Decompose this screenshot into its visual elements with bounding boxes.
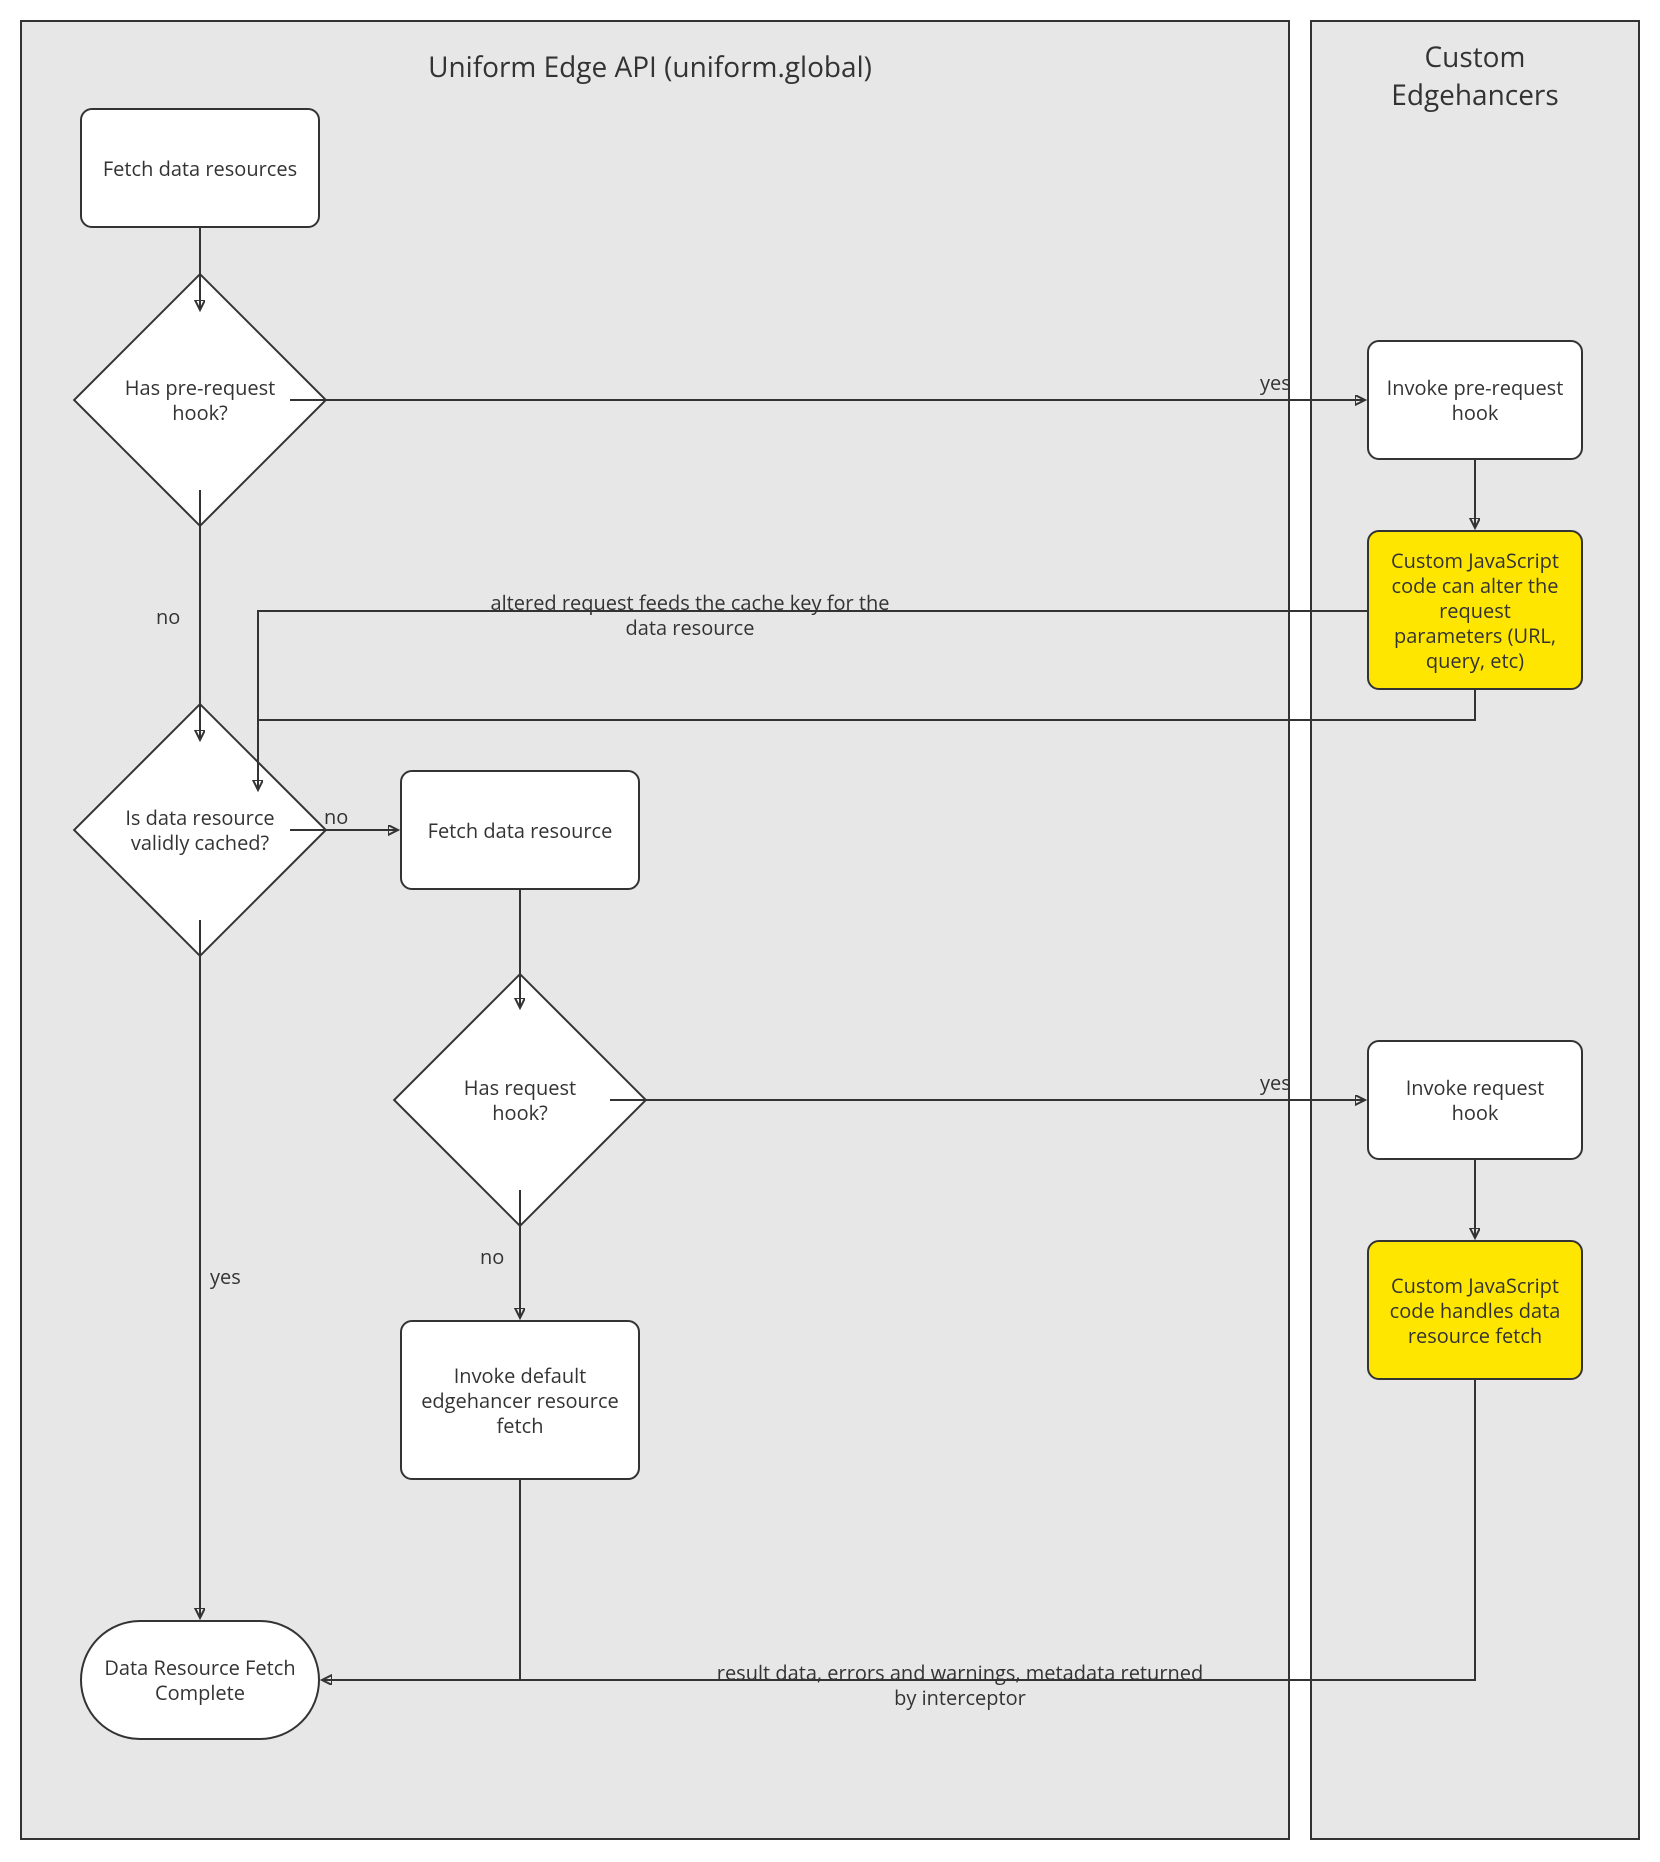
node-invoke-pre-request-hook-label: Invoke pre-request hook bbox=[1383, 375, 1567, 425]
node-custom-alter-request-label: Custom JavaScript code can alter the req… bbox=[1383, 548, 1567, 673]
node-invoke-request-hook: Invoke request hook bbox=[1367, 1040, 1583, 1160]
label-pre-hook-yes: yes bbox=[1260, 370, 1291, 395]
label-request-hook-no: no bbox=[480, 1244, 504, 1269]
node-fetch-resources-label: Fetch data resources bbox=[103, 156, 297, 181]
node-invoke-default-fetch-label: Invoke default edgehancer resource fetch bbox=[416, 1363, 624, 1438]
label-request-hook-yes: yes bbox=[1260, 1070, 1291, 1095]
node-is-cached: Is data resource validly cached? bbox=[110, 740, 290, 920]
label-cached-yes: yes bbox=[210, 1264, 241, 1289]
node-invoke-default-fetch: Invoke default edgehancer resource fetch bbox=[400, 1320, 640, 1480]
node-fetch-data-resource-label: Fetch data resource bbox=[428, 818, 613, 843]
node-has-request-hook-label: Has request hook? bbox=[440, 1075, 600, 1125]
panel-custom-edgehancers bbox=[1310, 20, 1640, 1840]
panel-left-title: Uniform Edge API (uniform.global) bbox=[370, 48, 930, 86]
node-has-pre-request-hook-label: Has pre-request hook? bbox=[120, 375, 280, 425]
label-pre-hook-no: no bbox=[156, 604, 180, 629]
node-fetch-resources: Fetch data resources bbox=[80, 108, 320, 228]
label-cached-no: no bbox=[324, 804, 348, 829]
panel-right-title: Custom Edgehancers bbox=[1350, 38, 1600, 114]
node-has-request-hook: Has request hook? bbox=[430, 1010, 610, 1190]
node-custom-handle-fetch-label: Custom JavaScript code handles data reso… bbox=[1383, 1273, 1567, 1348]
label-altered-request: altered request feeds the cache key for … bbox=[480, 590, 900, 640]
node-custom-handle-fetch: Custom JavaScript code handles data reso… bbox=[1367, 1240, 1583, 1380]
node-fetch-data-resource: Fetch data resource bbox=[400, 770, 640, 890]
node-has-pre-request-hook: Has pre-request hook? bbox=[110, 310, 290, 490]
node-complete: Data Resource Fetch Complete bbox=[80, 1620, 320, 1740]
node-invoke-request-hook-label: Invoke request hook bbox=[1383, 1075, 1567, 1125]
label-result-data: result data, errors and warnings, metada… bbox=[710, 1660, 1210, 1710]
node-invoke-pre-request-hook: Invoke pre-request hook bbox=[1367, 340, 1583, 460]
node-custom-alter-request: Custom JavaScript code can alter the req… bbox=[1367, 530, 1583, 690]
node-is-cached-label: Is data resource validly cached? bbox=[120, 805, 280, 855]
node-complete-label: Data Resource Fetch Complete bbox=[96, 1655, 304, 1705]
